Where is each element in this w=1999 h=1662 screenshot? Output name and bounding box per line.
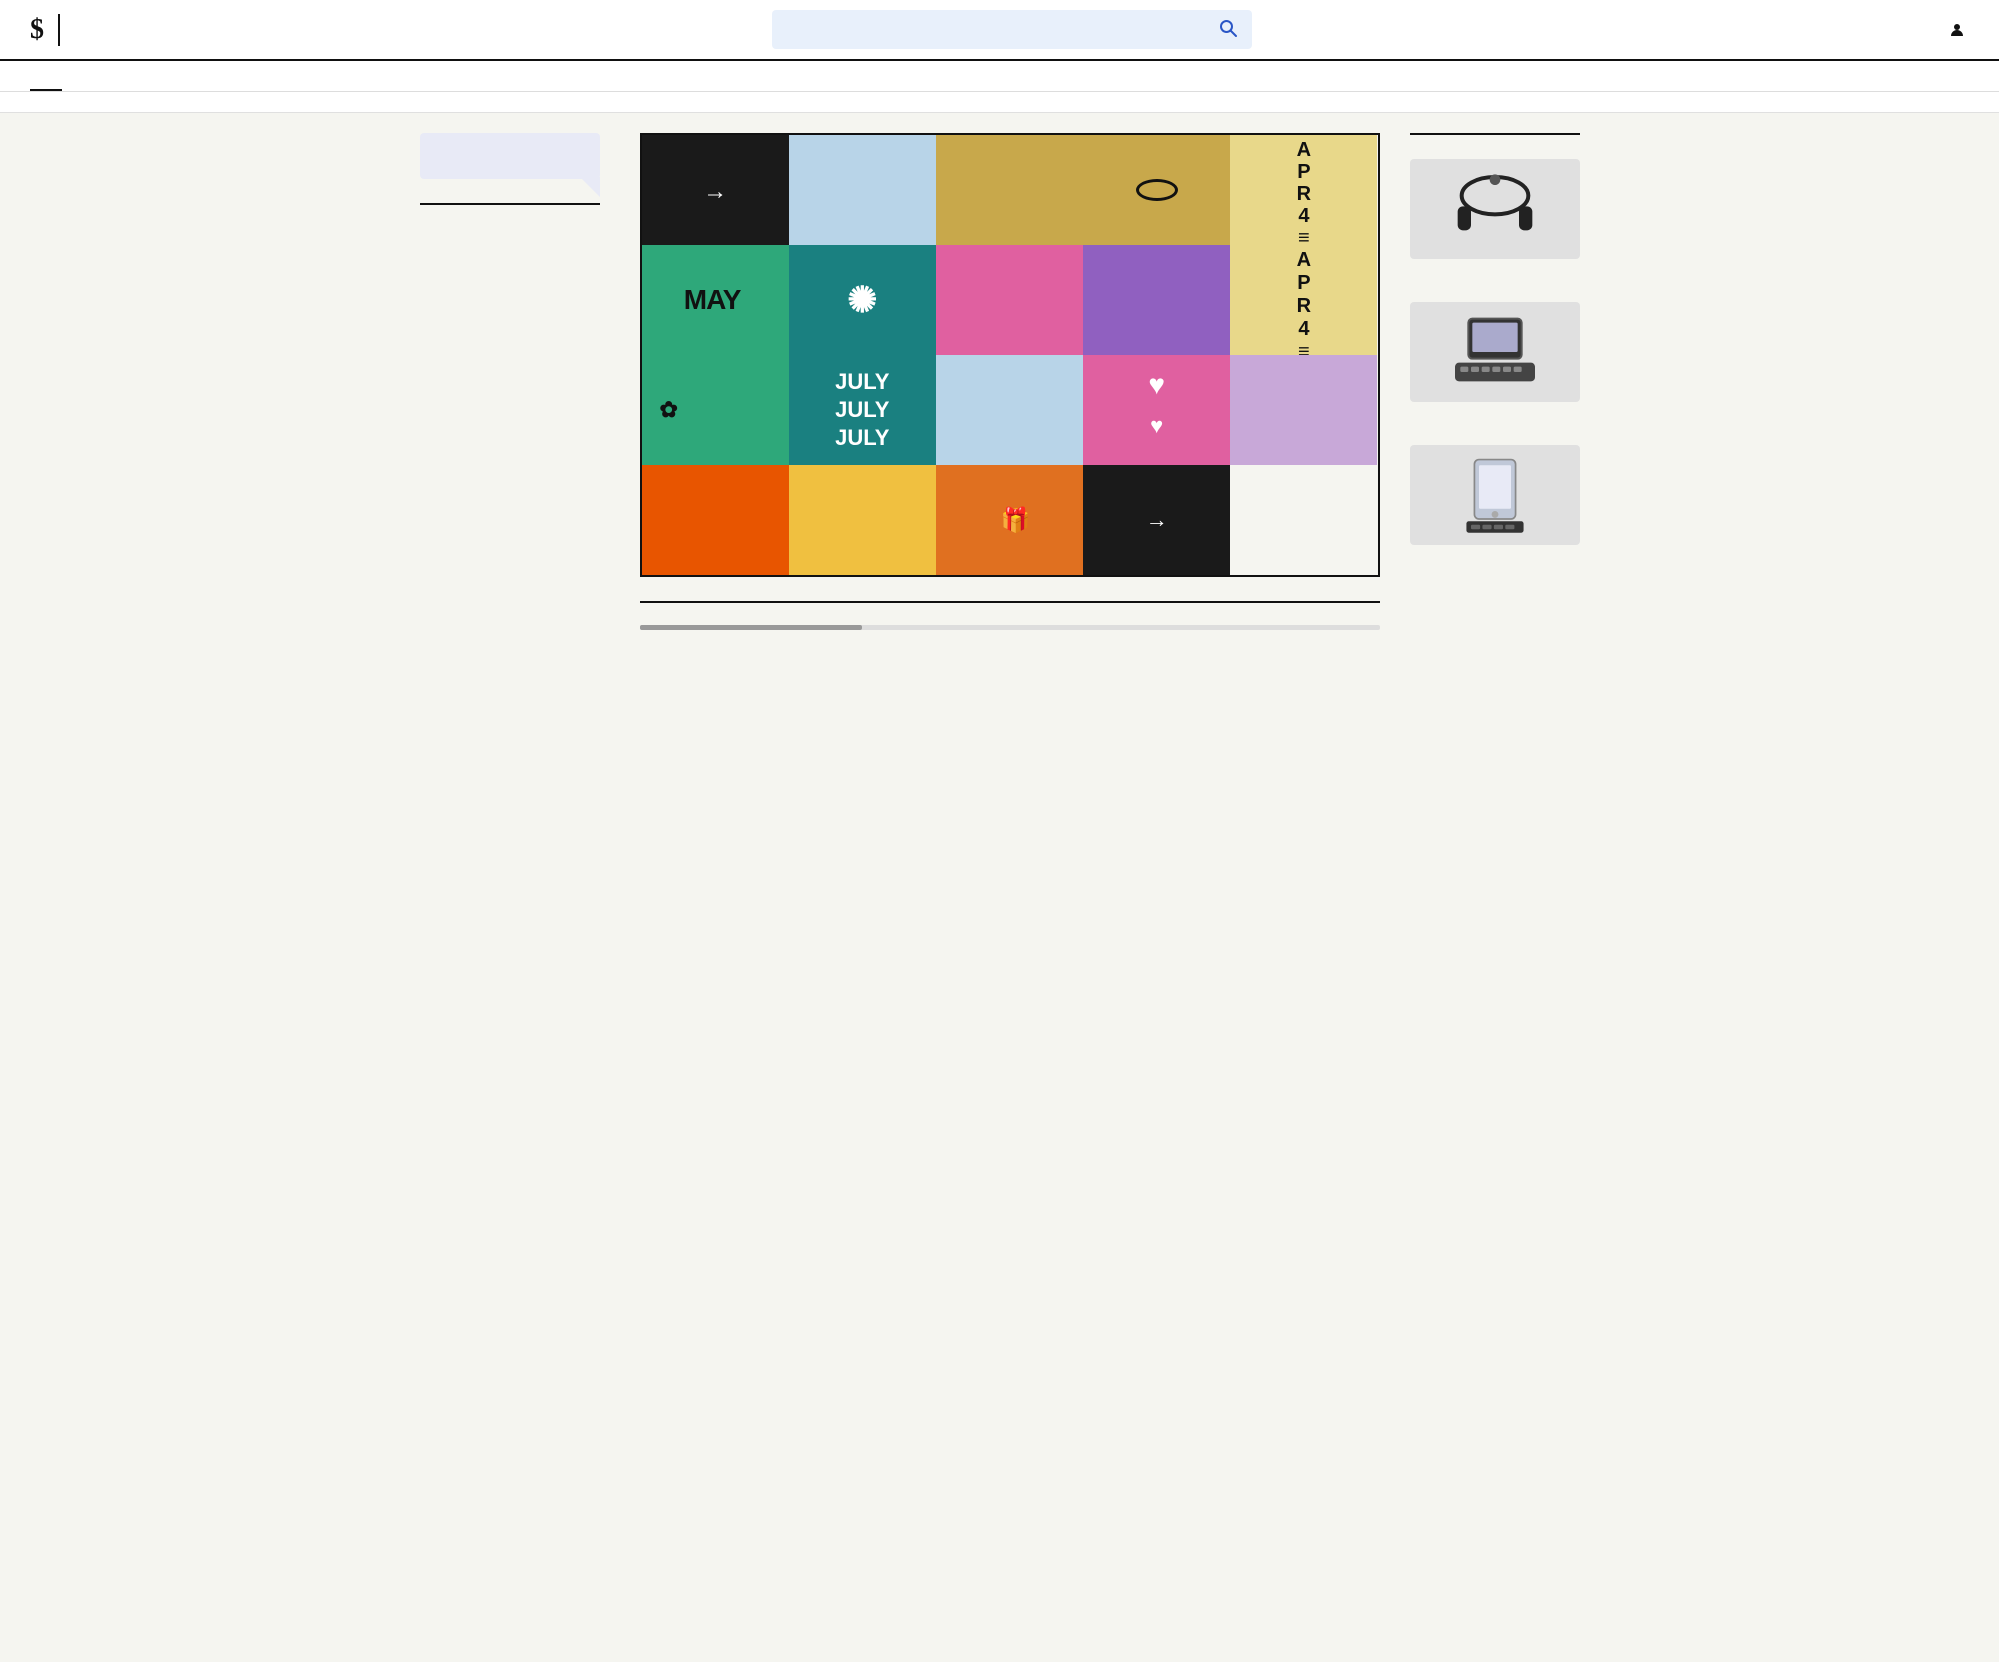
deal-img-0 [1410, 159, 1580, 259]
apr-r2-1: A [1297, 249, 1311, 272]
main-layout: → A P R 4 ≡ MAY [400, 113, 1600, 650]
scroll-bar-thumb [640, 625, 862, 630]
nyt-logo: $ [30, 14, 44, 46]
header-right [1949, 22, 1969, 38]
nav-blog[interactable] [318, 61, 350, 91]
apr-lines: ≡ [1298, 227, 1310, 245]
daily-deals-title [1410, 133, 1580, 143]
ipad-icon [1427, 455, 1563, 535]
arrow-right-icon: → [703, 178, 727, 206]
bottom-section [640, 597, 1380, 615]
nav-bar [0, 61, 1999, 92]
grid-mar-num [936, 135, 1083, 245]
year-review-grid[interactable]: → A P R 4 ≡ MAY [640, 133, 1380, 577]
grid-apr-r2: A P R 4 ≡ [1230, 245, 1377, 355]
arrow-2022-icon: → [1146, 507, 1168, 533]
apr-r2-5: ≡ [1298, 341, 1310, 355]
apr-4: 4 [1298, 205, 1309, 227]
search-button[interactable] [1204, 10, 1252, 49]
grid-year-2021: → [642, 135, 789, 245]
user-icon [1949, 22, 1965, 38]
deal-img-2 [1410, 445, 1580, 545]
logo-area: $ [30, 14, 74, 46]
deal-img-1 [1410, 302, 1580, 402]
deal-price-0 [1410, 267, 1580, 282]
grid-nov [789, 465, 936, 575]
heart-2: ♥ [1150, 413, 1163, 439]
grid-2022: → [1083, 465, 1230, 575]
grid-oct [642, 465, 789, 575]
apr-r2-3: R [1297, 295, 1311, 318]
july-1: JULY [835, 369, 889, 395]
july-2: JULY [835, 397, 889, 423]
deal-price-1 [1410, 410, 1580, 425]
tablet-keyboard-icon [1427, 312, 1563, 392]
nav-appliances[interactable] [222, 61, 254, 91]
grid-hearts: ♥ ♥ [1083, 355, 1230, 465]
deal-item-2 [1410, 445, 1580, 545]
nav-gifts[interactable] [62, 61, 94, 91]
left-sidebar [420, 133, 620, 630]
nav-kitchen[interactable] [190, 61, 222, 91]
grid-feb [936, 245, 1083, 355]
center-content: → A P R 4 ≡ MAY [620, 133, 1400, 630]
sidebar-divider [420, 203, 600, 205]
grid-may: MAY [642, 245, 789, 355]
july-3: JULY [835, 425, 889, 451]
grid-aug [1083, 245, 1230, 355]
march-name [1136, 179, 1178, 201]
nav-tech[interactable] [94, 61, 126, 91]
apr-r: R [1297, 183, 1311, 205]
right-sidebar [1400, 133, 1580, 630]
apr-a: A [1297, 139, 1311, 161]
search-icon [1218, 18, 1238, 38]
starburst-icon: ✺ [847, 282, 877, 318]
grid-jan [789, 135, 936, 245]
promo-corner [580, 177, 600, 197]
grid-sep [1230, 355, 1377, 465]
grid-apr: A P R 4 ≡ [1230, 135, 1377, 245]
search-bar[interactable] [772, 10, 1252, 49]
deal-item-1 [1410, 302, 1580, 425]
apr-r2-2: P [1297, 272, 1310, 295]
login-button[interactable] [1949, 22, 1969, 38]
apr-p1: P [1297, 161, 1310, 183]
heart-1: ♥ [1148, 369, 1165, 401]
headset-icon [1427, 169, 1563, 249]
affiliate-bar [0, 92, 1999, 113]
flower-icon: ✿ [660, 397, 678, 423]
apr-r2-4: 4 [1298, 318, 1309, 341]
header: $ [0, 0, 1999, 61]
nav-sleep[interactable] [158, 61, 190, 91]
deal-item-0 [1410, 159, 1580, 282]
grid-jul: ✺ [789, 245, 936, 355]
nav-home-garden[interactable] [126, 61, 158, 91]
gift-icon: 🎁 [1001, 506, 1031, 535]
related-box [640, 597, 1380, 615]
may-name: MAY [684, 284, 741, 316]
logo-divider [58, 14, 60, 46]
jun-num-row: ✿ [654, 397, 678, 423]
grid-dec: 🎁 [936, 465, 1083, 575]
search-input[interactable] [772, 11, 1204, 48]
promo-box [420, 133, 600, 179]
grid-jun: ✿ [642, 355, 789, 465]
scroll-bar[interactable] [640, 625, 1380, 630]
grid-july: JULY JULY JULY [789, 355, 936, 465]
grid-march [1083, 135, 1230, 245]
nav-popular[interactable] [30, 61, 62, 91]
nav-deals[interactable] [286, 61, 318, 91]
nav-more-categories[interactable] [254, 61, 286, 91]
related-title [640, 597, 1380, 603]
grid-11 [936, 355, 1083, 465]
